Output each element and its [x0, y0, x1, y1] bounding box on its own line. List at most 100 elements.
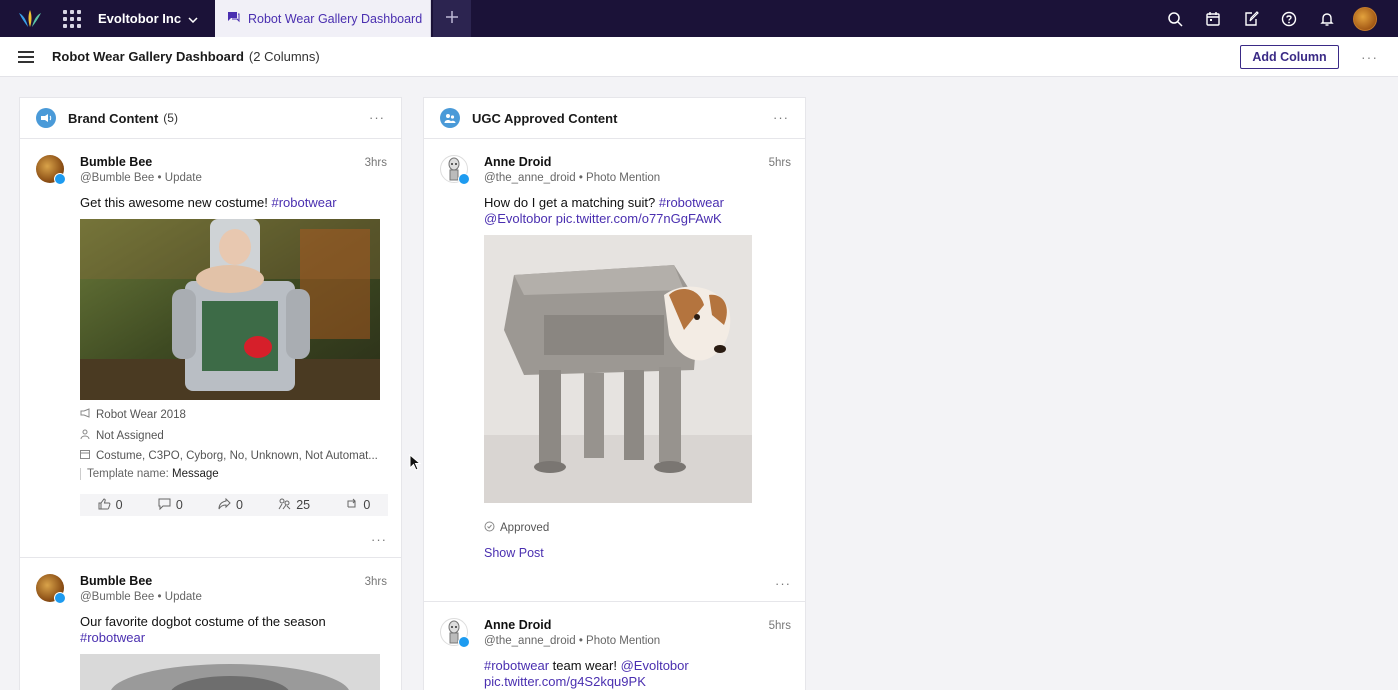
column-count: (5) — [163, 111, 178, 125]
show-post-link[interactable]: Show Post — [484, 546, 791, 560]
url-link[interactable]: pic.twitter.com/o77nGgFAwK — [556, 211, 722, 226]
post-card[interactable]: Bumble Bee @Bumble Bee • Update 3hrs Get… — [20, 139, 401, 547]
search-icon[interactable] — [1156, 0, 1194, 37]
post-stats: 0 0 0 25 0 — [80, 494, 388, 516]
likes-count: 0 — [115, 498, 123, 512]
twitter-icon — [458, 173, 470, 185]
post-author[interactable]: Anne Droid — [484, 155, 791, 169]
menu-icon[interactable] — [18, 48, 34, 66]
add-tab-button[interactable] — [433, 0, 471, 37]
people-icon — [278, 498, 296, 513]
column-more-icon[interactable]: ··· — [369, 110, 385, 125]
comments-stat[interactable]: 0 — [158, 498, 183, 513]
template-row: Template name: Message — [80, 468, 387, 480]
avatar[interactable] — [1346, 0, 1384, 37]
post-type: Update — [164, 591, 202, 603]
retweet-icon — [345, 498, 363, 513]
post-text-body: Our favorite dogbot costume of the seaso… — [80, 614, 326, 629]
post-text: Get this awesome new costume! #robotwear — [80, 195, 387, 211]
separator: • — [157, 591, 162, 603]
assignment-row: Not Assigned — [80, 429, 387, 442]
column-type-icon — [36, 108, 56, 128]
logo-icon[interactable] — [12, 0, 48, 37]
post-handle: @Bumble Bee — [80, 591, 155, 603]
person-icon — [80, 429, 96, 442]
likes-stat[interactable]: 0 — [98, 497, 123, 513]
post-handle-line: @Bumble Bee • Update — [80, 172, 387, 184]
share-icon — [218, 497, 236, 513]
url-link[interactable]: pic.twitter.com/g4S2kqu9PK — [484, 674, 646, 689]
shares-count: 0 — [236, 498, 243, 512]
column-header: UGC Approved Content ··· — [424, 98, 805, 139]
column-brand-content: Brand Content (5) ··· Bumble Bee @Bumble… — [19, 97, 402, 690]
post-handle: @the_anne_droid — [484, 635, 576, 647]
twitter-icon — [458, 636, 470, 648]
compose-icon[interactable] — [1232, 0, 1270, 37]
post-handle: @Bumble Bee — [80, 172, 155, 184]
column-title: UGC Approved Content — [472, 110, 618, 126]
template-label: Template name: — [87, 468, 169, 480]
post-time: 5hrs — [768, 620, 791, 632]
tag-icon — [80, 450, 96, 462]
post-text: #robotwear team wear! @Evoltobor pic.twi… — [484, 658, 791, 690]
thumbs-up-icon — [98, 497, 116, 513]
post-card[interactable]: Anne Droid @the_anne_droid • Photo Menti… — [424, 602, 805, 690]
post-text: Our favorite dogbot costume of the seaso… — [80, 614, 387, 646]
post-handle-line: @Bumble Bee • Update — [80, 591, 387, 603]
tab-robot-wear-gallery-dashboard[interactable]: Robot Wear Gallery Dashboard — [215, 0, 431, 37]
post-image[interactable] — [80, 219, 380, 400]
post-time: 3hrs — [364, 576, 387, 588]
chat-icon — [227, 11, 240, 26]
post-text-body: Get this awesome new costume! — [80, 195, 268, 210]
apps-grid-icon[interactable] — [62, 9, 82, 29]
column-more-icon[interactable]: ··· — [773, 110, 789, 125]
page-subtitle: (2 Columns) — [248, 49, 320, 64]
org-name: Evoltobor Inc — [98, 11, 182, 26]
post-type: Photo Mention — [586, 172, 661, 184]
post-author[interactable]: Anne Droid — [484, 618, 791, 632]
check-circle-icon — [484, 521, 500, 535]
shares-stat[interactable]: 0 — [218, 497, 243, 513]
column-ugc-approved-content: UGC Approved Content ··· Anne Droid @the… — [423, 97, 806, 690]
reach-count: 25 — [296, 498, 311, 512]
mention-link[interactable]: @Evoltobor — [621, 658, 689, 673]
separator: • — [578, 635, 583, 647]
post-more-icon[interactable]: ··· — [80, 532, 387, 547]
hashtag-link[interactable]: #robotwear — [80, 630, 145, 645]
comment-icon — [158, 498, 176, 513]
mention-link[interactable]: @Evoltobor — [484, 211, 552, 226]
retweets-stat[interactable]: 0 — [345, 498, 370, 513]
post-more-icon[interactable]: ··· — [484, 576, 791, 591]
post-image[interactable] — [80, 654, 380, 690]
org-switcher[interactable]: Evoltobor Inc — [98, 11, 198, 26]
assignment-label[interactable]: Not Assigned — [96, 430, 164, 442]
post-card[interactable]: Bumble Bee @Bumble Bee • Update 3hrs Our… — [20, 558, 401, 690]
add-column-button[interactable]: Add Column — [1240, 45, 1339, 69]
reach-stat[interactable]: 25 — [278, 498, 310, 513]
tags-label[interactable]: Costume, C3PO, Cyborg, No, Unknown, Not … — [96, 450, 378, 462]
comments-count: 0 — [175, 498, 183, 512]
campaign-label[interactable]: Robot Wear 2018 — [96, 409, 186, 421]
megaphone-icon — [80, 408, 96, 421]
column-title: Brand Content — [68, 110, 159, 126]
post-handle-line: @the_anne_droid • Photo Mention — [484, 635, 791, 647]
mouse-cursor-icon — [409, 453, 422, 475]
post-image[interactable] — [484, 235, 752, 503]
post-handle-line: @the_anne_droid • Photo Mention — [484, 172, 791, 184]
post-time: 5hrs — [768, 157, 791, 169]
post-type: Update — [164, 172, 202, 184]
tags-row: Costume, C3PO, Cyborg, No, Unknown, Not … — [80, 450, 387, 462]
bell-icon[interactable] — [1308, 0, 1346, 37]
post-text: How do I get a matching suit? #robotwear… — [484, 195, 791, 227]
twitter-icon — [54, 173, 66, 185]
hashtag-link[interactable]: #robotwear — [271, 195, 336, 210]
approval-status-row: Approved — [484, 521, 791, 535]
post-card[interactable]: Anne Droid @the_anne_droid • Photo Menti… — [424, 139, 805, 591]
hashtag-link[interactable]: #robotwear — [484, 658, 549, 673]
help-icon[interactable] — [1270, 0, 1308, 37]
hashtag-link[interactable]: #robotwear — [659, 195, 724, 210]
more-options-icon[interactable]: ··· — [1361, 49, 1378, 65]
post-author[interactable]: Bumble Bee — [80, 155, 387, 169]
post-author[interactable]: Bumble Bee — [80, 574, 387, 588]
calendar-icon[interactable] — [1194, 0, 1232, 37]
